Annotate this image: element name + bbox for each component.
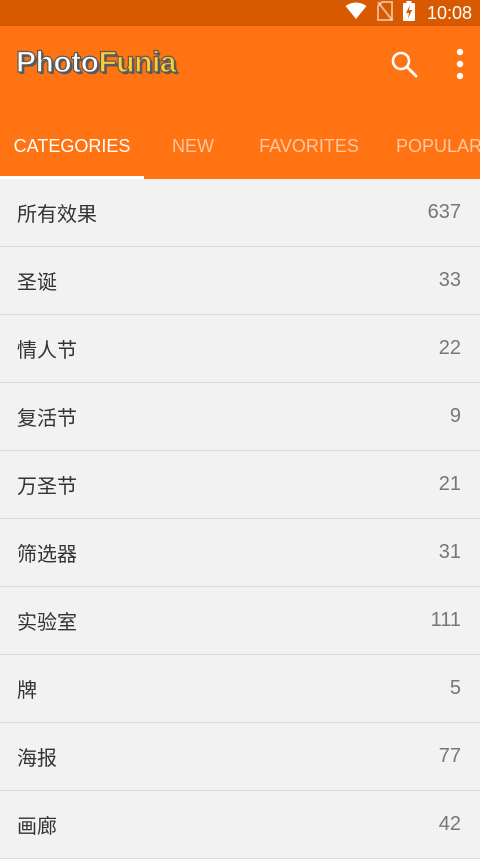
status-icons: 10:08 xyxy=(345,0,472,26)
category-name: 万圣节 xyxy=(17,474,77,498)
category-count: 5 xyxy=(449,677,461,699)
category-count: 9 xyxy=(449,405,461,427)
app-logo: PhotoFunia xyxy=(15,45,177,80)
category-row[interactable]: 筛选器 31 xyxy=(0,519,480,587)
category-count: 77 xyxy=(438,745,461,767)
category-name: 所有效果 xyxy=(17,202,97,226)
tab-favorites[interactable]: FAVORITES xyxy=(242,114,376,179)
search-button[interactable] xyxy=(386,44,422,84)
category-name: 情人节 xyxy=(17,338,77,362)
tab-categories[interactable]: CATEGORIES xyxy=(0,114,144,179)
category-name: 海报 xyxy=(17,746,57,770)
app-bar-actions xyxy=(386,44,470,84)
no-sim-icon xyxy=(376,1,393,25)
status-time: 10:08 xyxy=(426,2,472,23)
search-icon xyxy=(391,51,418,78)
category-row[interactable]: 实验室 111 xyxy=(0,587,480,655)
category-count: 22 xyxy=(438,337,461,359)
category-row[interactable]: 情人节 22 xyxy=(0,315,480,383)
category-count: 31 xyxy=(438,541,461,563)
more-options-button[interactable] xyxy=(450,44,470,84)
logo-text-funia: Funia xyxy=(98,45,177,79)
category-name: 筛选器 xyxy=(17,542,77,566)
category-count: 42 xyxy=(438,813,461,835)
battery-charging-icon xyxy=(402,1,415,25)
category-name: 实验室 xyxy=(17,610,77,634)
wifi-icon xyxy=(345,2,367,24)
category-row[interactable]: 海报 77 xyxy=(0,723,480,791)
category-count: 33 xyxy=(438,269,461,291)
category-row[interactable]: 牌 5 xyxy=(0,655,480,723)
category-count: 21 xyxy=(438,473,461,495)
status-bar: 10:08 xyxy=(0,0,480,26)
category-row[interactable]: 万圣节 21 xyxy=(0,451,480,519)
category-list: 所有效果 637 圣诞 33 情人节 22 复活节 9 万圣节 21 筛选器 3… xyxy=(0,179,480,859)
tab-new[interactable]: NEW xyxy=(144,114,242,179)
tab-bar: CATEGORIES NEW FAVORITES POPULAR xyxy=(0,114,480,179)
logo-text-photo: Photo xyxy=(15,45,99,79)
more-vert-icon xyxy=(456,48,464,80)
tab-popular[interactable]: POPULAR xyxy=(376,114,480,179)
category-row[interactable]: 圣诞 33 xyxy=(0,247,480,315)
category-name: 复活节 xyxy=(17,406,77,430)
category-row[interactable]: 复活节 9 xyxy=(0,383,480,451)
category-name: 圣诞 xyxy=(17,270,57,294)
category-name: 牌 xyxy=(17,678,37,702)
category-count: 637 xyxy=(427,201,461,223)
category-row[interactable]: 所有效果 637 xyxy=(0,179,480,247)
category-name: 画廊 xyxy=(17,814,57,838)
category-row[interactable]: 画廊 42 xyxy=(0,791,480,859)
category-count: 111 xyxy=(430,609,461,631)
app-bar: PhotoFunia CATEGORIES NEW FAVORITES POPU… xyxy=(0,26,480,179)
